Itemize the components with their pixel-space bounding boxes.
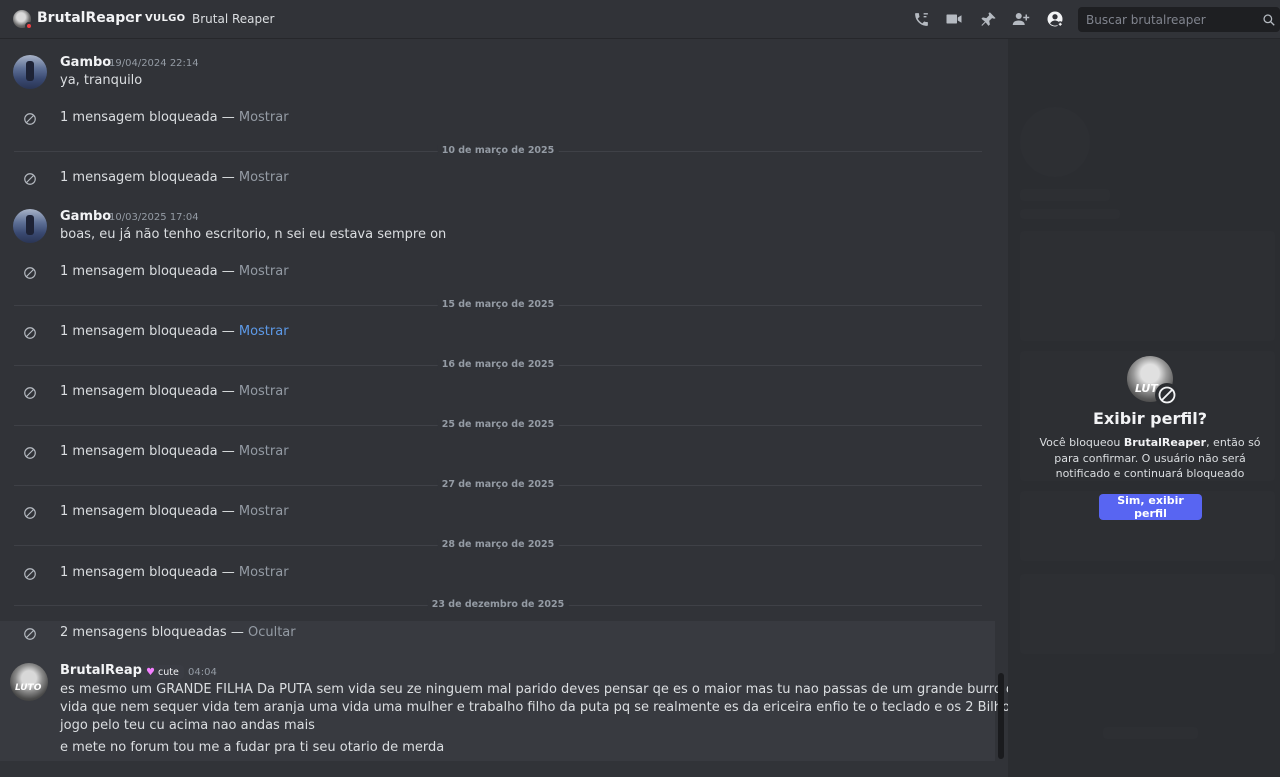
- block-icon: [1155, 383, 1179, 407]
- message-author[interactable]: Gambo: [60, 55, 111, 70]
- message-content: e mete no forum tou me a fudar pra ti se…: [60, 740, 445, 755]
- avatar[interactable]: LUTO: [10, 663, 48, 701]
- show-blocked-link[interactable]: Mostrar: [239, 110, 289, 125]
- scrollbar-thumb[interactable]: [998, 673, 1004, 759]
- date-divider: 15 de março de 2025: [14, 299, 982, 310]
- blurred-text-placeholder: [1020, 209, 1120, 219]
- blocked-icon: [24, 267, 36, 279]
- blocked-message-notice: 1 mensagem bloqueada — Mostrar: [60, 324, 289, 339]
- message-content: vida que nem sequer vida tem aranja uma …: [60, 700, 1098, 715]
- blocked-icon: [24, 447, 36, 459]
- show-blocked-link[interactable]: Mostrar: [239, 324, 289, 339]
- date-divider: 28 de março de 2025: [14, 539, 982, 550]
- header-separator: •: [126, 12, 134, 26]
- message-content: ya, tranquilo: [60, 73, 143, 88]
- show-profile-button[interactable]: Sim, exibir perfil: [1099, 494, 1202, 520]
- header-display-name: Brutal Reaper: [192, 12, 275, 26]
- avatar[interactable]: [13, 209, 47, 243]
- date-divider: 27 de março de 2025: [14, 479, 982, 490]
- blocked-user-avatar: LUT: [1127, 356, 1179, 407]
- user-avatar[interactable]: [13, 10, 33, 30]
- show-blocked-link[interactable]: Mostrar: [239, 384, 289, 399]
- blocked-message-notice: 1 mensagem bloqueada — Mostrar: [60, 444, 289, 459]
- avatar[interactable]: [13, 55, 47, 89]
- blurred-card-placeholder: [1020, 574, 1275, 654]
- date-divider: 25 de março de 2025: [14, 419, 982, 430]
- message-content: boas, eu já não tenho escritorio, n sei …: [60, 227, 447, 242]
- pin-icon[interactable]: [979, 10, 997, 28]
- search-bar[interactable]: [1078, 7, 1280, 32]
- blocked-message-notice: 2 mensagens bloqueadas — Ocultar: [60, 625, 296, 640]
- status-indicator: [25, 22, 33, 30]
- message-timestamp: 04:04: [188, 667, 217, 678]
- message-timestamp: 19/04/2024 22:14: [109, 58, 199, 69]
- search-icon: [1262, 12, 1276, 31]
- blocked-message-notice: 1 mensagem bloqueada — Mostrar: [60, 565, 289, 580]
- date-divider: 23 de dezembro de 2025: [14, 599, 982, 610]
- hide-blocked-link[interactable]: Ocultar: [248, 625, 296, 640]
- search-input[interactable]: [1078, 7, 1258, 32]
- blocked-message-notice: 1 mensagem bloqueada — Mostrar: [60, 384, 289, 399]
- blocked-message-notice: 1 mensagem bloqueada — Mostrar: [60, 264, 289, 279]
- message-author[interactable]: Gambo: [60, 209, 111, 224]
- blurred-text-placeholder: [1020, 189, 1110, 201]
- message-content: es mesmo um GRANDE FILHA Da PUTA sem vid…: [60, 682, 1100, 697]
- blocked-icon: [24, 568, 36, 580]
- blocked-message-notice: 1 mensagem bloqueada — Mostrar: [60, 170, 289, 185]
- phone-icon[interactable]: [912, 10, 930, 28]
- message-list: Gambo 19/04/2024 22:14 ya, tranquilo 1 m…: [0, 39, 1100, 777]
- message-content: jogo pelo teu cu acima nao andas mais: [60, 718, 315, 733]
- confirm-dialog-title: Exibir perfil?: [1093, 409, 1207, 428]
- video-icon[interactable]: [945, 10, 963, 28]
- confirm-dialog-description: Você bloqueou BrutalReaper, então só par…: [1039, 436, 1261, 480]
- show-blocked-link[interactable]: Mostrar: [239, 565, 289, 580]
- guild-tag-badge[interactable]: ♥ cute: [142, 665, 184, 679]
- show-blocked-link[interactable]: Mostrar: [239, 504, 289, 519]
- date-divider: 16 de março de 2025: [14, 359, 982, 370]
- channel-header: BrutalReaper • VULGO Brutal Reaper: [0, 0, 1280, 39]
- blocked-icon: [24, 327, 36, 339]
- add-friends-icon[interactable]: [1012, 10, 1030, 28]
- message-timestamp: 10/03/2025 17:04: [109, 212, 199, 223]
- profile-side-panel: [1008, 39, 1280, 777]
- blurred-avatar-placeholder: [1020, 107, 1090, 177]
- blocked-icon: [24, 507, 36, 519]
- blocked-icon: [24, 113, 36, 125]
- blocked-icon: [24, 173, 36, 185]
- date-divider: 10 de março de 2025: [14, 145, 982, 156]
- show-blocked-link[interactable]: Mostrar: [239, 264, 289, 279]
- blocked-message-notice: 1 mensagem bloqueada — Mostrar: [60, 110, 289, 125]
- blocked-message-notice: 1 mensagem bloqueada — Mostrar: [60, 504, 289, 519]
- user-profile-icon[interactable]: [1046, 10, 1064, 28]
- blocked-icon: [24, 628, 36, 640]
- blocked-icon: [24, 387, 36, 399]
- heart-icon: ♥: [146, 666, 155, 678]
- show-blocked-link[interactable]: Mostrar: [239, 444, 289, 459]
- blurred-card-placeholder: [1020, 231, 1275, 341]
- blurred-text-placeholder: [1103, 727, 1198, 739]
- show-blocked-link[interactable]: Mostrar: [239, 170, 289, 185]
- guild-tag[interactable]: VULGO: [145, 13, 185, 24]
